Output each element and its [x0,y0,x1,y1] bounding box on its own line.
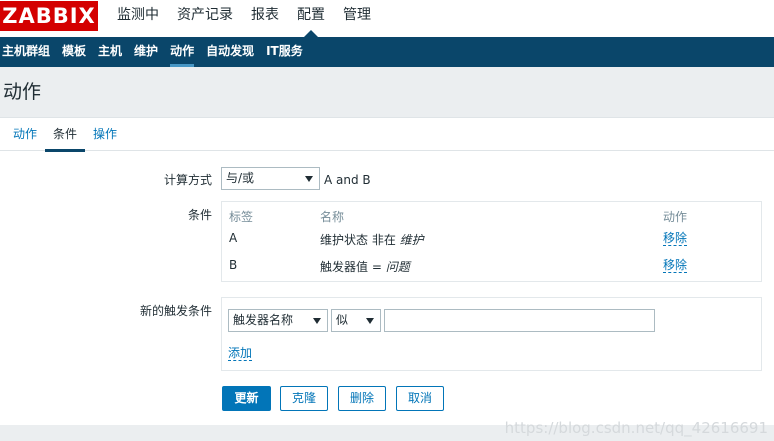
add-condition-link[interactable]: 添加 [228,346,253,361]
main-menu-inventory[interactable]: 资产记录 [168,0,242,37]
watermark: https://blog.csdn.net/qq_42616691 [504,419,768,437]
main-menu-administration[interactable]: 管理 [334,0,380,37]
conditions-label: 条件 [187,208,212,222]
sub-menu-maintenance[interactable]: 维护 [128,37,164,67]
chevron-down-icon [313,318,321,324]
chevron-down-icon [366,318,374,324]
remove-condition-link[interactable]: 移除 [663,258,688,273]
remove-condition-link[interactable]: 移除 [663,231,688,246]
sub-menu-discovery[interactable]: 自动发现 [200,37,260,67]
sub-menu-hosts[interactable]: 主机 [92,37,128,67]
condition-type-value: 触发器名称 [233,313,294,327]
main-menu-monitoring[interactable]: 监测中 [108,0,168,37]
tab-operations[interactable]: 操作 [85,118,125,151]
action-form-panel: 动作 条件 操作 计算方式 与/或 A and B 条件 标签 名称 动作 A … [0,117,774,425]
clone-button[interactable]: 克隆 [280,386,328,411]
conditions-table: 标签 名称 动作 A 维护状态 非在 维护 移除 B 触发器值 = 问题 移除 [221,201,762,282]
condition-type-select[interactable]: 触发器名称 [228,309,328,332]
condition-label: A [229,231,238,245]
condition-value-input[interactable] [384,309,655,332]
new-condition-box: 触发器名称 似 添加 [221,297,762,371]
main-menu: 监测中 资产记录 报表 配置 管理 [108,0,380,37]
form-tabs: 动作 条件 操作 [0,118,774,152]
sub-menu: 主机群组 模板 主机 维护 动作 自动发现 IT服务 [0,37,774,67]
condition-name: 维护状态 非在 维护 [320,233,424,247]
main-menu-configuration[interactable]: 配置 [288,0,334,37]
sub-menu-actions[interactable]: 动作 [164,37,200,67]
col-header-action: 动作 [663,210,688,224]
condition-label: B [229,258,238,272]
sub-menu-templates[interactable]: 模板 [56,37,92,67]
condition-operator-select[interactable]: 似 [331,309,381,332]
tab-action[interactable]: 动作 [5,118,45,151]
condition-name: 触发器值 = 问题 [320,260,410,274]
col-header-label: 标签 [229,210,254,224]
chevron-down-icon [305,176,313,182]
condition-operator-value: 似 [336,313,349,327]
cancel-button[interactable]: 取消 [396,386,444,411]
tab-conditions[interactable]: 条件 [45,118,86,152]
calc-label: 计算方式 [163,173,212,187]
new-condition-label: 新的触发条件 [139,304,212,318]
zabbix-logo[interactable]: ZABBIX [0,1,98,31]
calc-type-value: 与/或 [226,171,255,185]
delete-button[interactable]: 删除 [338,386,386,411]
page-title: 动作 [3,81,42,103]
top-header: ZABBIX 监测中 资产记录 报表 配置 管理 [0,0,774,37]
col-header-name: 名称 [320,210,345,224]
update-button[interactable]: 更新 [222,386,271,411]
sub-menu-it-services[interactable]: IT服务 [260,37,309,67]
sub-menu-host-groups[interactable]: 主机群组 [0,37,56,67]
calc-expression: A and B [324,173,371,187]
calc-type-select[interactable]: 与/或 [221,167,320,190]
main-menu-reports[interactable]: 报表 [242,0,288,37]
